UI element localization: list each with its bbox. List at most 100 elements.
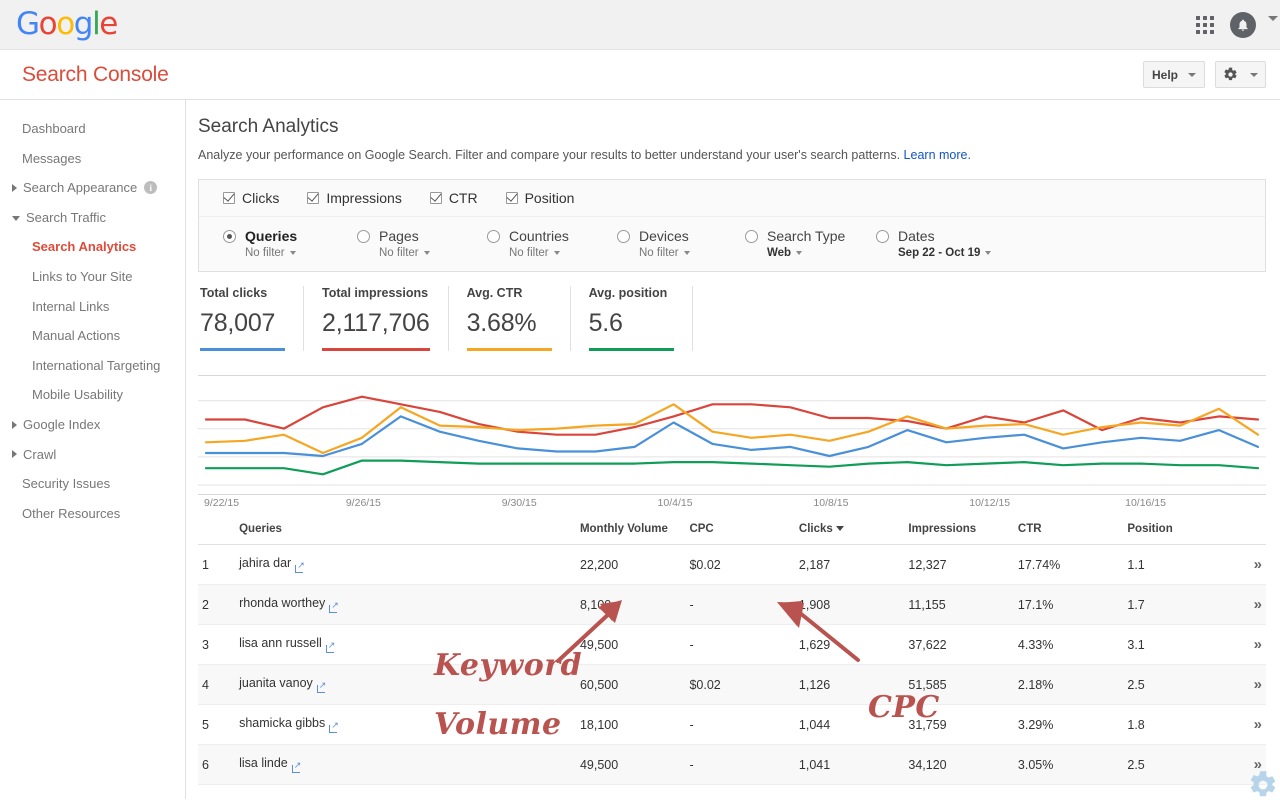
- checkbox-clicks[interactable]: Clicks: [223, 190, 279, 206]
- info-icon[interactable]: i: [144, 181, 157, 194]
- sidebar-item-search-traffic[interactable]: Search Traffic: [0, 203, 185, 233]
- gear-icon[interactable]: [1248, 770, 1278, 800]
- th-clicks[interactable]: Clicks: [793, 519, 902, 545]
- cell-impressions: 11,155: [902, 585, 1011, 625]
- sidebar-item-security-issues[interactable]: Security Issues: [0, 469, 185, 499]
- th-queries[interactable]: Queries: [233, 519, 574, 545]
- sidebar-item-label: Links to Your Site: [32, 269, 132, 285]
- external-link-icon[interactable]: ↗↗: [292, 765, 300, 773]
- cell-expand[interactable]: »: [1231, 545, 1266, 585]
- sidebar-item-label: Mobile Usability: [32, 387, 123, 403]
- cell-expand[interactable]: »: [1231, 665, 1266, 705]
- th-position[interactable]: Position: [1121, 519, 1230, 545]
- cell-ctr-text: 4.33%: [1018, 638, 1053, 652]
- filter-dropdown-dates[interactable]: Sep 22 - Oct 19: [898, 247, 1036, 259]
- chevron-down-icon: [684, 251, 690, 255]
- checkbox-ctr[interactable]: CTR: [430, 190, 478, 206]
- chevron-right-icon: [12, 184, 17, 192]
- filter-dropdown-search-type[interactable]: Web: [767, 247, 876, 259]
- cell-clicks: 1,908: [793, 585, 902, 625]
- chevron-double-right-icon[interactable]: »: [1254, 676, 1260, 693]
- chart-x-tick-label: 10/8/15: [813, 497, 848, 509]
- sidebar-item-google-index[interactable]: Google Index: [0, 410, 185, 440]
- radio-search-type[interactable]: Search Type Web: [745, 228, 876, 259]
- chart-series-line: [206, 461, 1258, 475]
- cell-index-text: 6: [202, 758, 209, 772]
- checkbox-checked-icon: [430, 192, 442, 204]
- external-link-icon[interactable]: ↗↗: [317, 685, 325, 693]
- filter-dropdown-queries[interactable]: No filter: [245, 247, 357, 259]
- cell-cpc: -: [683, 745, 792, 785]
- filter-dropdown-countries[interactable]: No filter: [509, 247, 617, 259]
- cell-expand[interactable]: »: [1231, 705, 1266, 745]
- sidebar-item-other-resources[interactable]: Other Resources: [0, 499, 185, 529]
- sidebar-item-label: Crawl: [23, 447, 56, 463]
- cell-index-text: 5: [202, 718, 209, 732]
- settings-button[interactable]: [1215, 61, 1266, 88]
- chevron-double-right-icon[interactable]: »: [1254, 716, 1260, 733]
- sidebar-item-international-targeting[interactable]: International Targeting: [0, 351, 185, 381]
- filter-dropdown-label: Web: [767, 247, 791, 259]
- radio-queries[interactable]: Queries No filter: [223, 228, 357, 259]
- bell-icon[interactable]: [1230, 12, 1256, 38]
- radio-dates[interactable]: Dates Sep 22 - Oct 19: [876, 228, 1036, 259]
- th-monthly-volume[interactable]: Monthly Volume: [574, 519, 683, 545]
- sidebar-item-messages[interactable]: Messages: [0, 144, 185, 174]
- sidebar-item-manual-actions[interactable]: Manual Actions: [0, 321, 185, 351]
- cell-expand[interactable]: »: [1231, 585, 1266, 625]
- sidebar-item-crawl[interactable]: Crawl: [0, 440, 185, 470]
- chevron-double-right-icon[interactable]: »: [1254, 636, 1260, 653]
- radio-devices[interactable]: Devices No filter: [617, 228, 745, 259]
- cell-ctr-text: 3.05%: [1018, 758, 1053, 772]
- sidebar-item-links-to-your-site[interactable]: Links to Your Site: [0, 262, 185, 292]
- cell-monthly-volume-text: 22,200: [580, 558, 618, 572]
- learn-more-link[interactable]: Learn more.: [904, 148, 971, 162]
- chevron-double-right-icon[interactable]: »: [1254, 596, 1260, 613]
- checkbox-position[interactable]: Position: [506, 190, 575, 206]
- th-expand: [1231, 519, 1266, 545]
- sidebar-item-search-appearance[interactable]: Search Appearance i: [0, 173, 185, 203]
- external-link-icon[interactable]: ↗↗: [295, 565, 303, 573]
- dimension-radio-row: Queries No filter Pages No filter: [199, 217, 1265, 271]
- external-link-icon[interactable]: ↗↗: [326, 645, 334, 653]
- th-index: [198, 519, 233, 545]
- filter-dropdown-pages[interactable]: No filter: [379, 247, 487, 259]
- apps-grid-icon[interactable]: [1196, 16, 1214, 34]
- chart-x-tick-label: 10/16/15: [1125, 497, 1166, 509]
- th-cpc[interactable]: CPC: [683, 519, 792, 545]
- external-link-icon[interactable]: ↗↗: [329, 725, 337, 733]
- th-impressions[interactable]: Impressions: [902, 519, 1011, 545]
- cell-index: 5: [198, 705, 233, 745]
- google-logo[interactable]: Google: [16, 9, 117, 40]
- help-button[interactable]: Help: [1143, 61, 1205, 88]
- cell-position: 2.5: [1121, 665, 1230, 705]
- checkbox-impressions[interactable]: Impressions: [307, 190, 401, 206]
- metric-checkbox-row: Clicks Impressions CTR Position: [199, 180, 1265, 217]
- sidebar-item-label: Search Analytics: [32, 239, 136, 255]
- cell-monthly-volume-text: 18,100: [580, 718, 618, 732]
- filter-dropdown-devices[interactable]: No filter: [639, 247, 745, 259]
- cell-position-text: 1.7: [1127, 598, 1144, 612]
- chevron-down-icon[interactable]: [1268, 16, 1278, 21]
- table-row[interactable]: 3lisa ann russell↗↗49,500-1,62937,6224.3…: [198, 625, 1266, 665]
- radio-pages[interactable]: Pages No filter: [357, 228, 487, 259]
- sidebar-item-dashboard[interactable]: Dashboard: [0, 114, 185, 144]
- table-row[interactable]: 5shamicka gibbs↗↗18,100-1,04431,7593.29%…: [198, 705, 1266, 745]
- cell-clicks-text: 1,629: [799, 638, 830, 652]
- cell-position: 2.5: [1121, 745, 1230, 785]
- cell-index-text: 2: [202, 598, 209, 612]
- table-row[interactable]: 6lisa linde↗↗49,500-1,04134,1203.05%2.5»: [198, 745, 1266, 785]
- cell-expand[interactable]: »: [1231, 625, 1266, 665]
- sidebar-item-mobile-usability[interactable]: Mobile Usability: [0, 380, 185, 410]
- sidebar-item-search-analytics[interactable]: Search Analytics: [0, 232, 185, 262]
- sidebar-item-internal-links[interactable]: Internal Links: [0, 292, 185, 322]
- radio-countries[interactable]: Countries No filter: [487, 228, 617, 259]
- th-ctr[interactable]: CTR: [1012, 519, 1121, 545]
- external-link-icon[interactable]: ↗↗: [329, 605, 337, 613]
- chevron-double-right-icon[interactable]: »: [1254, 556, 1260, 573]
- performance-chart: 9/22/159/26/159/30/1510/4/1510/8/1510/12…: [198, 375, 1266, 512]
- table-row[interactable]: 4juanita vanoy↗↗60,500$0.021,12651,5852.…: [198, 665, 1266, 705]
- table-row[interactable]: 2rhonda worthey↗↗8,100-1,90811,15517.1%1…: [198, 585, 1266, 625]
- table-row[interactable]: 1jahira dar↗↗22,200$0.022,18712,32717.74…: [198, 545, 1266, 585]
- product-bar-actions: Help: [1143, 61, 1266, 88]
